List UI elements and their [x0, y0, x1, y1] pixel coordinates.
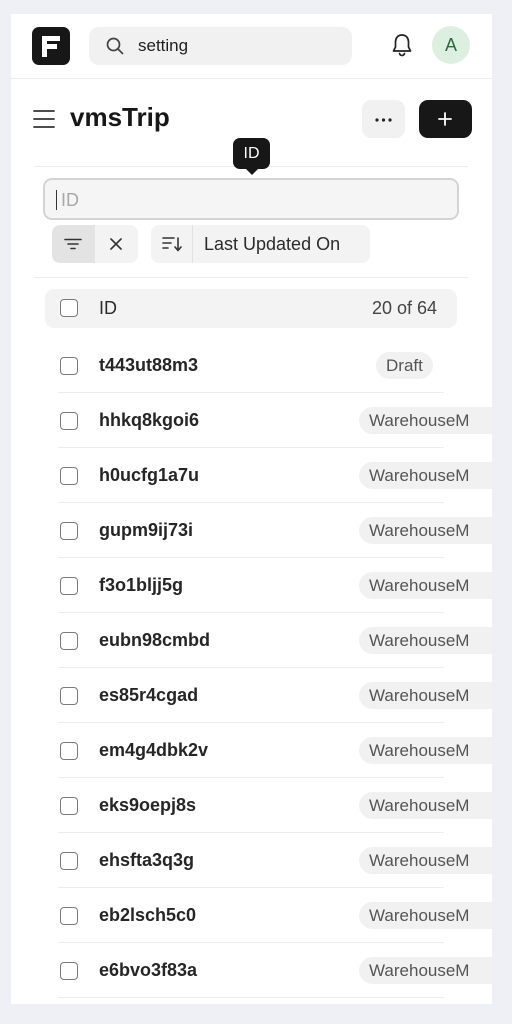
row-checkbox[interactable] [60, 907, 78, 925]
id-tooltip: ID [233, 138, 270, 175]
status-badge: WarehouseM [359, 462, 492, 489]
filter-button[interactable] [52, 225, 95, 263]
status-badge: WarehouseM [359, 682, 492, 709]
id-filter-field[interactable] [43, 178, 459, 220]
status-badge: Draft [376, 352, 433, 379]
row-id[interactable]: h0ucfg1a7u [99, 465, 199, 486]
hamburger-menu-icon[interactable] [33, 108, 55, 130]
row-id[interactable]: es85r4cgad [99, 685, 198, 706]
status-badge: WarehouseM [359, 902, 492, 929]
search-value: setting [138, 36, 189, 55]
page-title: vmsTrip [70, 102, 170, 132]
sort-descending-icon [162, 237, 182, 252]
list-row[interactable]: hhkq8kgoi6 WarehouseM [11, 393, 492, 448]
row-id[interactable]: f3o1bljj5g [99, 575, 183, 596]
row-checkbox[interactable] [60, 412, 78, 430]
add-new-button[interactable] [419, 100, 472, 138]
text-caret [56, 190, 57, 210]
row-id[interactable]: eubn98cmbd [99, 630, 210, 651]
id-filter-input[interactable] [59, 186, 443, 214]
list-row[interactable]: eb2lsch5c0 WarehouseM [11, 888, 492, 943]
row-checkbox[interactable] [60, 577, 78, 595]
row-id[interactable]: t443ut88m3 [99, 355, 198, 376]
list-divider [34, 277, 468, 278]
row-id[interactable]: eb2lsch5c0 [99, 905, 196, 926]
row-checkbox[interactable] [60, 797, 78, 815]
filter-icon [64, 238, 82, 250]
list-row[interactable]: f3o1bljj5g WarehouseM [11, 558, 492, 613]
app-logo[interactable] [32, 27, 70, 65]
record-count: 20 of 64 [371, 298, 437, 318]
status-badge: WarehouseM [359, 737, 492, 764]
row-id[interactable]: gupm9ij73i [99, 520, 193, 541]
list-row[interactable]: ehsfta3q3g WarehouseM [11, 833, 492, 888]
top-navbar: setting A [11, 14, 492, 79]
list-row[interactable]: eks9oepj8s WarehouseM [11, 778, 492, 833]
row-checkbox[interactable] [60, 742, 78, 760]
row-checkbox[interactable] [60, 852, 78, 870]
list-row[interactable]: em4g4dbk2v WarehouseM [11, 723, 492, 778]
sort-field-button[interactable]: Last Updated On [204, 234, 340, 255]
status-badge: WarehouseM [359, 847, 492, 874]
row-id[interactable]: em4g4dbk2v [99, 740, 208, 761]
row-checkbox[interactable] [60, 357, 78, 375]
status-badge: WarehouseM [359, 627, 492, 654]
more-actions-button[interactable] [362, 100, 405, 138]
row-checkbox[interactable] [60, 467, 78, 485]
row-checkbox[interactable] [60, 962, 78, 980]
clear-filter-button[interactable] [95, 225, 138, 263]
row-id[interactable]: eks9oepj8s [99, 795, 196, 816]
frappe-logo-icon [42, 36, 60, 57]
plus-icon [438, 112, 452, 126]
row-id[interactable]: e6bvo3f83a [99, 960, 197, 981]
search-icon [106, 37, 124, 55]
row-id[interactable]: hhkq8kgoi6 [99, 410, 199, 431]
row-checkbox[interactable] [60, 687, 78, 705]
status-badge: WarehouseM [359, 957, 492, 984]
filter-button-group [52, 225, 138, 263]
status-badge: WarehouseM [359, 792, 492, 819]
list-row[interactable]: eubn98cmbd WarehouseM [11, 613, 492, 668]
list-row[interactable]: h0ucfg1a7u WarehouseM [11, 448, 492, 503]
row-checkbox[interactable] [60, 522, 78, 540]
ellipsis-icon [375, 118, 392, 122]
status-badge: WarehouseM [359, 572, 492, 599]
row-id[interactable]: ehsfta3q3g [99, 850, 194, 871]
list-row[interactable]: es85r4cgad WarehouseM [11, 668, 492, 723]
select-all-checkbox[interactable] [60, 299, 78, 317]
sort-button-group: Last Updated On [151, 225, 370, 263]
status-badge: WarehouseM [359, 517, 492, 544]
notification-bell-icon[interactable] [391, 33, 413, 57]
sort-direction-button[interactable] [151, 225, 193, 263]
list-row[interactable]: gupm9ij73i WarehouseM [11, 503, 492, 558]
close-icon [110, 238, 122, 250]
id-column-header: ID [99, 298, 117, 318]
status-badge: WarehouseM [359, 407, 492, 434]
row-checkbox[interactable] [60, 632, 78, 650]
app-frame: setting A vmsTrip ID ID Last Updated On … [11, 14, 492, 1004]
list-header: ID 20 of 64 [45, 289, 457, 328]
global-search-bar[interactable]: setting [89, 27, 352, 65]
user-avatar[interactable]: A [432, 26, 470, 64]
list-row[interactable]: t443ut88m3 Draft [11, 338, 492, 393]
list-row[interactable]: e6bvo3f83a WarehouseM [11, 943, 492, 998]
row-divider [58, 997, 444, 998]
